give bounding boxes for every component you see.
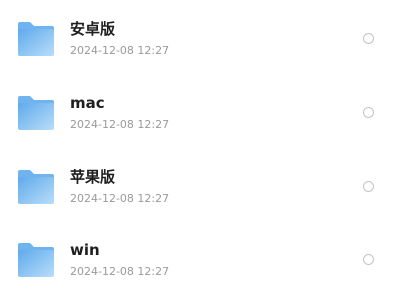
- folder-icon: [17, 169, 55, 205]
- file-date: 2024-12-08 12:27: [70, 192, 170, 205]
- file-name: 苹果版: [70, 168, 116, 186]
- list-item[interactable]: 安卓版 2024-12-08 12:27: [0, 0, 400, 72]
- select-radio[interactable]: [363, 33, 374, 44]
- select-radio[interactable]: [363, 254, 374, 265]
- file-list: 安卓版 2024-12-08 12:27 mac 2024-12-08 12:2…: [0, 0, 400, 300]
- select-radio[interactable]: [363, 181, 374, 192]
- folder-icon: [17, 21, 55, 57]
- file-date: 2024-12-08 12:27: [70, 44, 170, 57]
- folder-icon: [17, 95, 55, 131]
- folder-icon: [17, 242, 55, 278]
- file-name: win: [70, 241, 100, 259]
- list-item[interactable]: mac 2024-12-08 12:27: [0, 74, 400, 146]
- file-date: 2024-12-08 12:27: [70, 265, 170, 278]
- file-date: 2024-12-08 12:27: [70, 118, 170, 131]
- file-name: mac: [70, 94, 105, 112]
- list-item[interactable]: win 2024-12-08 12:27: [0, 221, 400, 293]
- list-item[interactable]: 苹果版 2024-12-08 12:27: [0, 148, 400, 220]
- file-name: 安卓版: [70, 20, 116, 38]
- select-radio[interactable]: [363, 107, 374, 118]
